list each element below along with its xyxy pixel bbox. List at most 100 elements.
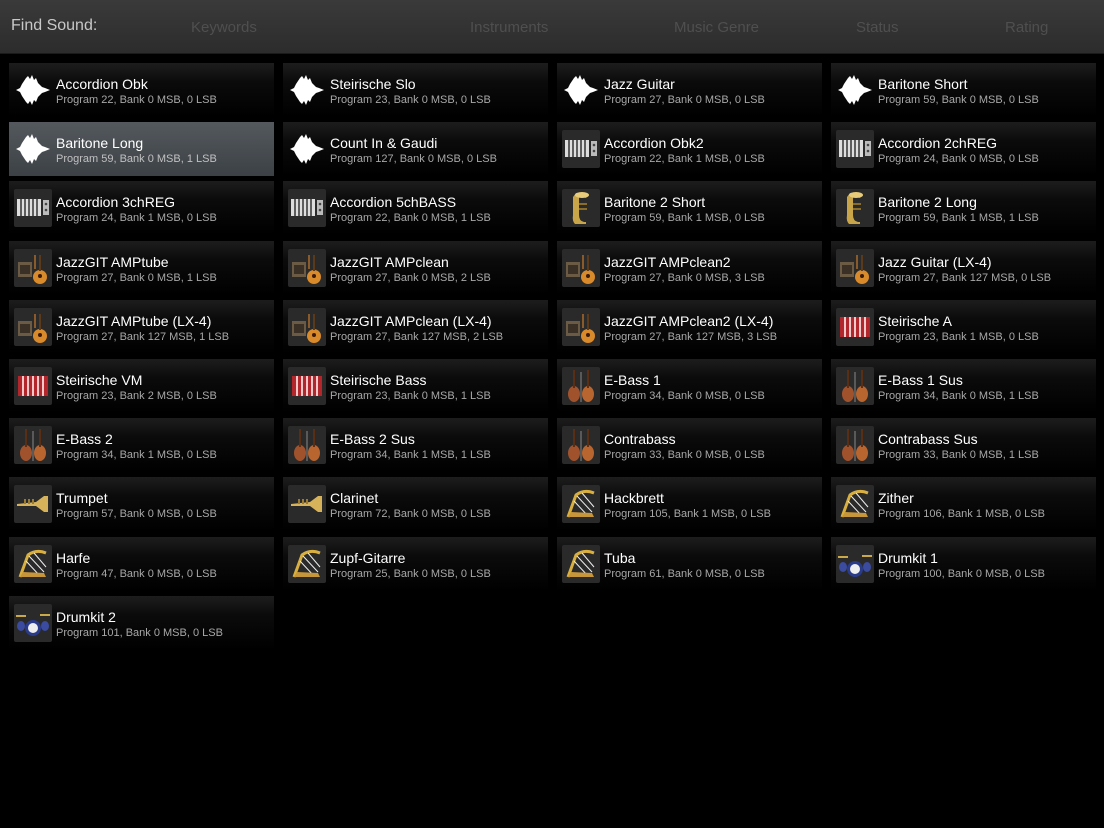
sound-name: Trumpet — [56, 490, 108, 507]
sound-tile[interactable]: E-Bass 1 Sus Program 34, Bank 0 MSB, 1 LS… — [831, 359, 1096, 413]
waveform-icon — [14, 130, 52, 168]
sound-name: Hackbrett — [604, 490, 664, 507]
sound-name: E-Bass 1 — [604, 372, 661, 388]
sound-program-info: Program 22, Bank 1 MSB, 0 LSB — [604, 153, 765, 166]
sound-program-info: Program 23, Bank 1 MSB, 0 LSB — [878, 330, 1039, 343]
sound-tile[interactable]: Jazz Guitar Program 27, Bank 0 MSB, 0 LSB — [557, 63, 822, 117]
sound-program-info: Program 27, Bank 0 MSB, 2 LSB — [330, 271, 491, 284]
sound-name: E-Bass 2 Sus — [330, 431, 415, 448]
sound-program-info: Program 23, Bank 2 MSB, 0 LSB — [56, 390, 217, 402]
filter-rating[interactable]: Rating — [1005, 19, 1048, 36]
sound-tile[interactable]: Steirische Bass Program 23, Bank 0 MSB, 1… — [283, 359, 548, 413]
filter-status[interactable]: Status — [856, 19, 899, 36]
sound-tile[interactable]: Contrabass Sus Program 33, Bank 0 MSB, 1 … — [831, 418, 1096, 473]
sound-tile[interactable]: Steirische A Program 23, Bank 1 MSB, 0 LS… — [831, 299, 1096, 354]
sound-name: Count In & Gaudi — [330, 135, 438, 152]
sound-tile[interactable]: JazzGIT AMPclean Program 27, Bank 0 MSB, … — [283, 240, 548, 295]
waveform-icon — [288, 130, 326, 168]
bass-icon — [562, 426, 600, 465]
sound-program-info: Program 34, Bank 0 MSB, 0 LSB — [604, 390, 765, 402]
find-sound-label: Find Sound: — [11, 17, 98, 34]
sound-name: Jazz Guitar (LX-4) — [878, 253, 992, 270]
sound-name: Steirische Bass — [330, 372, 427, 388]
sound-tile[interactable]: Jazz Guitar (LX-4) Program 27, Bank 127 M… — [831, 240, 1096, 295]
sound-tile[interactable]: Accordion 5chBASS Program 22, Bank 0 MSB,… — [283, 181, 548, 236]
sound-program-info: Program 27, Bank 0 MSB, 0 LSB — [604, 94, 765, 106]
sound-program-info: Program 59, Bank 0 MSB, 1 LSB — [56, 153, 217, 166]
drumkit-icon — [14, 603, 52, 642]
sound-name: Drumkit 1 — [878, 549, 938, 566]
sound-tile[interactable]: JazzGIT AMPclean2 Program 27, Bank 0 MSB,… — [557, 240, 822, 295]
waveform-icon — [836, 71, 874, 109]
sound-program-info: Program 22, Bank 0 MSB, 1 LSB — [330, 212, 491, 225]
sound-name: Drumkit 2 — [56, 608, 116, 625]
harp-icon — [14, 544, 52, 583]
sound-tile[interactable]: Accordion 3chREG Program 24, Bank 1 MSB, … — [9, 181, 274, 236]
sound-tile[interactable]: Steirische VM Program 23, Bank 2 MSB, 0 L… — [9, 359, 274, 413]
sound-program-info: Program 23, Bank 0 MSB, 1 LSB — [330, 390, 491, 402]
filter-instruments[interactable]: Instruments — [470, 19, 548, 36]
sound-program-info: Program 27, Bank 127 MSB, 3 LSB — [604, 330, 778, 343]
harp-icon — [562, 485, 600, 524]
sound-name: Steirische VM — [56, 372, 143, 388]
sound-program-info: Program 33, Bank 0 MSB, 0 LSB — [604, 449, 765, 462]
accordion-icon — [288, 189, 326, 228]
sound-tile[interactable]: Hackbrett Program 105, Bank 1 MSB, 0 LSB — [557, 477, 822, 532]
sound-tile[interactable]: E-Bass 2 Sus Program 34, Bank 1 MSB, 1 LS… — [283, 418, 548, 473]
sound-program-info: Program 59, Bank 0 MSB, 0 LSB — [878, 94, 1039, 106]
sound-program-info: Program 23, Bank 0 MSB, 0 LSB — [330, 94, 491, 106]
sound-tile[interactable]: Accordion Obk2 Program 22, Bank 1 MSB, 0 … — [557, 122, 822, 177]
sound-name: JazzGIT AMPclean2 — [604, 253, 731, 270]
sound-tile[interactable]: Tuba Program 61, Bank 0 MSB, 0 LSB — [557, 536, 822, 591]
sound-tile[interactable]: Baritone 2 Short Program 59, Bank 1 MSB, … — [557, 181, 822, 236]
sound-name: Baritone 2 Short — [604, 194, 706, 211]
guitar-amp-icon — [562, 248, 600, 287]
sound-program-info: Program 72, Bank 0 MSB, 0 LSB — [330, 508, 491, 521]
sound-name: Steirische Slo — [330, 76, 416, 92]
sound-tile[interactable]: Steirische Slo Program 23, Bank 0 MSB, 0 … — [283, 63, 548, 117]
sound-tile[interactable]: E-Bass 2 Program 34, Bank 1 MSB, 0 LSB — [9, 418, 274, 473]
sound-tile[interactable]: JazzGIT AMPclean (LX-4) Program 27, Bank … — [283, 299, 548, 354]
sound-tile[interactable]: JazzGIT AMPtube (LX-4) Program 27, Bank 1… — [9, 299, 274, 354]
sound-program-info: Program 105, Bank 1 MSB, 0 LSB — [604, 508, 771, 521]
waveform-icon — [288, 71, 326, 109]
guitar-amp-icon — [288, 248, 326, 287]
filter-keywords[interactable]: Keywords — [191, 19, 257, 36]
sound-tile[interactable]: Drumkit 1 Program 100, Bank 0 MSB, 0 LSB — [831, 536, 1096, 591]
sound-tile[interactable]: JazzGIT AMPtube Program 27, Bank 0 MSB, 1… — [9, 240, 274, 295]
sound-tile[interactable]: Contrabass Program 33, Bank 0 MSB, 0 LSB — [557, 418, 822, 473]
sound-program-info: Program 101, Bank 0 MSB, 0 LSB — [56, 626, 223, 639]
sound-tile[interactable]: Accordion Obk Program 22, Bank 0 MSB, 0 L… — [9, 63, 274, 117]
sound-tile[interactable]: JazzGIT AMPclean2 (LX-4) Program 27, Bank… — [557, 299, 822, 354]
sound-tile[interactable]: Zither Program 106, Bank 1 MSB, 0 LSB — [831, 477, 1096, 532]
sound-tile[interactable]: Accordion 2chREG Program 24, Bank 0 MSB, … — [831, 122, 1096, 177]
sound-tile[interactable]: Zupf-Gitarre Program 25, Bank 0 MSB, 0 LS… — [283, 536, 548, 591]
bass-icon — [14, 426, 52, 465]
drumkit-icon — [836, 544, 874, 583]
red-accordion-icon — [288, 367, 326, 405]
sound-program-info: Program 22, Bank 0 MSB, 0 LSB — [56, 94, 217, 106]
sound-name: Contrabass — [604, 431, 676, 448]
sound-name: Accordion 3chREG — [56, 194, 176, 211]
sound-program-info: Program 27, Bank 0 MSB, 3 LSB — [604, 271, 765, 284]
sound-name: JazzGIT AMPclean — [330, 253, 449, 270]
sound-tile[interactable]: E-Bass 1 Program 34, Bank 0 MSB, 0 LSB — [557, 359, 822, 413]
waveform-icon — [14, 71, 52, 109]
sound-name: Harfe — [56, 549, 91, 566]
filter-music-genre[interactable]: Music Genre — [674, 19, 759, 36]
sound-program-info: Program 57, Bank 0 MSB, 0 LSB — [56, 508, 217, 521]
sound-program-info: Program 24, Bank 0 MSB, 0 LSB — [878, 153, 1039, 166]
sound-tile[interactable]: Baritone Short Program 59, Bank 0 MSB, 0 … — [831, 63, 1096, 117]
sound-tile[interactable]: Harfe Program 47, Bank 0 MSB, 0 LSB — [9, 536, 274, 591]
sound-tile[interactable]: Drumkit 2 Program 101, Bank 0 MSB, 0 LSB — [9, 595, 274, 650]
sound-tile[interactable]: Count In & Gaudi Program 127, Bank 0 MSB,… — [283, 122, 548, 177]
sound-tile[interactable]: Baritone 2 Long Program 59, Bank 1 MSB, 1… — [831, 181, 1096, 236]
sound-tile[interactable]: Clarinet Program 72, Bank 0 MSB, 0 LSB — [283, 477, 548, 532]
sound-name: JazzGIT AMPtube (LX-4) — [56, 312, 212, 329]
bass-icon — [562, 367, 600, 405]
sound-tile[interactable]: Trumpet Program 57, Bank 0 MSB, 0 LSB — [9, 477, 274, 532]
tuba-icon — [562, 189, 600, 228]
waveform-icon — [562, 71, 600, 109]
sound-program-info: Program 106, Bank 1 MSB, 0 LSB — [878, 508, 1045, 521]
sound-tile[interactable]: Baritone Long Program 59, Bank 0 MSB, 1 L… — [9, 122, 274, 177]
